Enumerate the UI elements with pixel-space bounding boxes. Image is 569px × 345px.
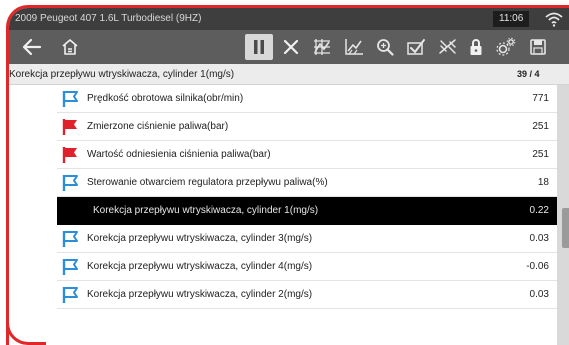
group-title: Korekcja przepływu wtryskiwacza, cylinde… [9, 69, 235, 80]
device-frame-corner [6, 300, 46, 345]
parameter-value: -0.06 [526, 261, 549, 272]
settings-icon[interactable] [493, 34, 519, 60]
clock: 11:06 [493, 11, 530, 27]
group-header: Korekcja przepływu wtryskiwacza, cylinde… [9, 64, 569, 85]
device-frame: 2009 Peugeot 407 1.6L Turbodiesel (9HZ) … [6, 5, 569, 345]
wifi-icon [545, 11, 563, 27]
pause-icon [254, 40, 264, 54]
parameter-value: 18 [537, 177, 549, 188]
parameter-row[interactable]: Korekcja przepływu wtryskiwacza, cylinde… [57, 225, 557, 253]
filter-icon[interactable] [435, 34, 461, 60]
blue-flag-icon[interactable] [62, 230, 80, 248]
parameter-value: 0.03 [529, 233, 549, 244]
red-flag-icon[interactable] [62, 146, 80, 164]
graph-view-icon[interactable] [309, 34, 335, 60]
blue-flag-icon[interactable] [62, 174, 80, 192]
parameter-label: Prędkość obrotowa silnika(obr/min) [87, 93, 244, 104]
parameter-label: Korekcja przepływu wtryskiwacza, cylinde… [93, 205, 319, 216]
home-icon[interactable] [57, 34, 83, 60]
blue-flag-icon[interactable] [62, 90, 80, 108]
blue-flag-icon[interactable] [62, 258, 80, 276]
save-icon[interactable] [525, 34, 551, 60]
parameter-value: 251 [532, 121, 549, 132]
zoom-icon[interactable] [373, 34, 397, 60]
pause-button[interactable] [245, 34, 273, 60]
parameter-label: Korekcja przepływu wtryskiwacza, cylinde… [87, 261, 313, 272]
parameter-label: Korekcja przepływu wtryskiwacza, cylinde… [87, 289, 313, 300]
back-arrow-icon[interactable] [19, 34, 45, 60]
red-flag-icon[interactable] [62, 118, 80, 136]
scrollbar-handle[interactable] [562, 208, 569, 248]
parameter-label: Sterowanie otwarciem regulatora przepływ… [87, 177, 328, 188]
parameter-label: Zmierzone ciśnienie paliwa(bar) [87, 121, 229, 132]
parameter-row[interactable]: Korekcja przepływu wtryskiwacza, cylinde… [57, 281, 557, 309]
parameter-row[interactable]: Sterowanie otwarciem regulatora przepływ… [57, 169, 557, 197]
blue-flag-icon[interactable] [62, 286, 80, 304]
parameter-value: 0.03 [529, 289, 549, 300]
parameter-row[interactable]: Prędkość obrotowa silnika(obr/min) 771 [57, 85, 557, 113]
parameter-row[interactable]: Korekcja przepływu wtryskiwacza, cylinde… [57, 253, 557, 281]
parameter-value: 251 [532, 149, 549, 160]
vehicle-info: 2009 Peugeot 407 1.6L Turbodiesel (9HZ) [15, 13, 202, 24]
toolbar [9, 30, 569, 64]
parameter-label: Korekcja przepływu wtryskiwacza, cylinde… [87, 233, 313, 244]
line-graph-icon[interactable] [341, 34, 367, 60]
parameter-row-selected[interactable]: Korekcja przepływu wtryskiwacza, cylinde… [57, 197, 557, 225]
checkmark-icon[interactable] [403, 34, 429, 60]
parameter-label: Wartość odniesienia ciśnienia paliwa(bar… [87, 149, 271, 160]
parameter-row[interactable]: Wartość odniesienia ciśnienia paliwa(bar… [57, 141, 557, 169]
status-bar: 2009 Peugeot 407 1.6L Turbodiesel (9HZ) … [9, 8, 569, 30]
close-icon[interactable] [279, 34, 303, 60]
parameter-row[interactable]: Zmierzone ciśnienie paliwa(bar) 251 [57, 113, 557, 141]
lock-icon[interactable] [465, 34, 487, 60]
parameter-value: 0.22 [529, 205, 549, 216]
item-counter: 39 / 4 [517, 69, 540, 79]
parameter-value: 771 [532, 93, 549, 104]
